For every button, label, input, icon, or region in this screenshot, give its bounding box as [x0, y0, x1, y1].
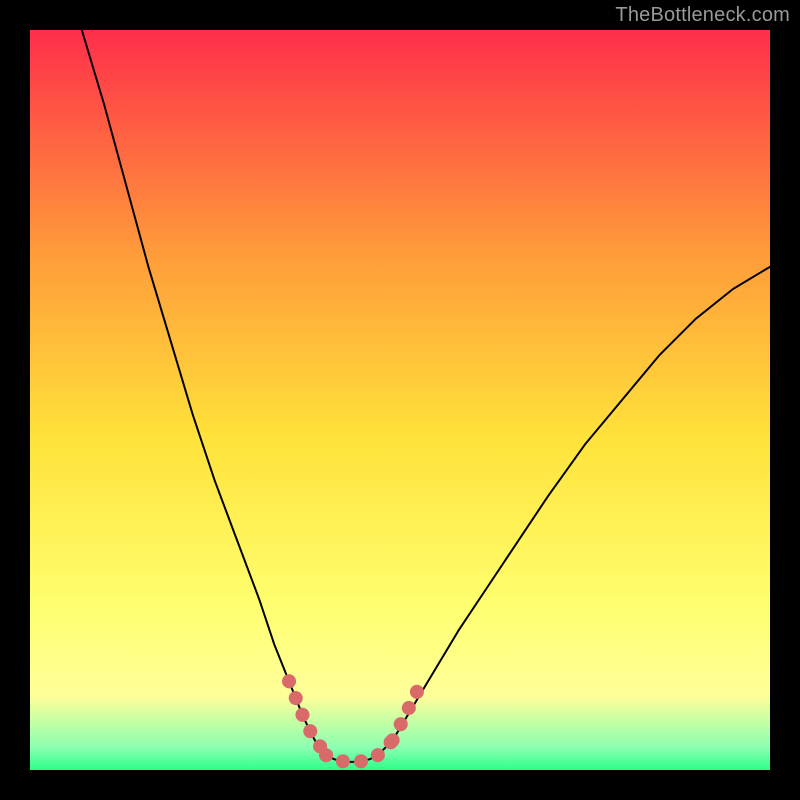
gradient-background [30, 30, 770, 770]
chart-frame: TheBottleneck.com [0, 0, 800, 800]
chart-svg [30, 30, 770, 770]
plot-area [30, 30, 770, 770]
watermark-text: TheBottleneck.com [615, 4, 790, 27]
